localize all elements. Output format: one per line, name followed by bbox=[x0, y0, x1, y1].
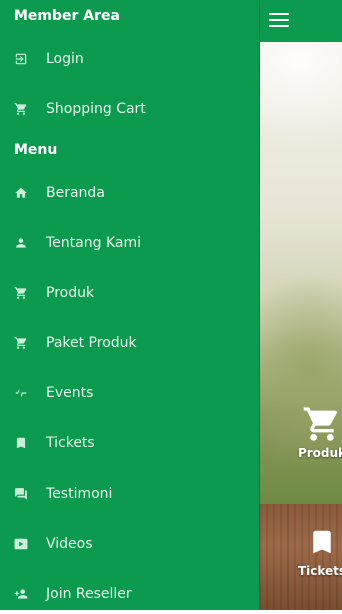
menu-item-label: Beranda bbox=[46, 185, 105, 201]
feature-tickets-label: Tickets bbox=[297, 564, 342, 578]
menu-item-label: Login bbox=[46, 51, 84, 67]
home-icon bbox=[13, 185, 29, 201]
feature-produk-label: Produk bbox=[297, 446, 342, 460]
menu-item-tickets[interactable]: Tickets bbox=[0, 423, 259, 463]
video-icon bbox=[13, 536, 29, 552]
login-icon bbox=[13, 51, 29, 67]
menu-item-label: Events bbox=[46, 385, 94, 401]
side-drawer: Member Area Login Shopping Cart Menu Ber… bbox=[0, 0, 260, 610]
member-area-title: Member Area bbox=[14, 8, 120, 24]
menu-item-beranda[interactable]: Beranda bbox=[0, 173, 259, 213]
chat-icon bbox=[13, 486, 29, 502]
feature-tickets[interactable]: Tickets bbox=[292, 522, 342, 578]
pulse-icon bbox=[13, 385, 29, 401]
menu-item-tentang-kami[interactable]: Tentang Kami bbox=[0, 223, 259, 263]
menu-item-login[interactable]: Login bbox=[0, 39, 259, 79]
hamburger-icon[interactable] bbox=[269, 12, 289, 28]
menu-item-events[interactable]: Events bbox=[0, 373, 259, 413]
menu-item-label: Tentang Kami bbox=[46, 235, 141, 251]
menu-item-shopping-cart[interactable]: Shopping Cart bbox=[0, 89, 259, 129]
menu-item-label: Produk bbox=[46, 285, 95, 301]
cart-icon bbox=[13, 285, 29, 301]
feature-produk[interactable]: Produk bbox=[292, 404, 342, 460]
menu-item-join-reseller[interactable]: Join Reseller bbox=[0, 574, 259, 614]
person-add-icon bbox=[13, 586, 29, 602]
cart-icon bbox=[13, 335, 29, 351]
menu-item-label: Shopping Cart bbox=[46, 101, 146, 117]
cart-icon bbox=[13, 101, 29, 117]
menu-item-label: Videos bbox=[46, 536, 93, 552]
menu-item-label: Join Reseller bbox=[46, 586, 132, 602]
cart-icon bbox=[303, 407, 338, 441]
menu-item-videos[interactable]: Videos bbox=[0, 524, 259, 564]
bookmark-icon bbox=[313, 530, 331, 554]
menu-title: Menu bbox=[14, 142, 58, 158]
menu-item-label: Paket Produk bbox=[46, 335, 137, 351]
menu-item-paket-produk[interactable]: Paket Produk bbox=[0, 323, 259, 363]
person-icon bbox=[13, 235, 29, 251]
menu-item-label: Tickets bbox=[46, 435, 95, 451]
bookmark-icon bbox=[13, 435, 29, 451]
menu-item-produk[interactable]: Produk bbox=[0, 273, 259, 313]
menu-item-label: Testimoni bbox=[46, 486, 113, 502]
menu-item-testimoni[interactable]: Testimoni bbox=[0, 474, 259, 514]
